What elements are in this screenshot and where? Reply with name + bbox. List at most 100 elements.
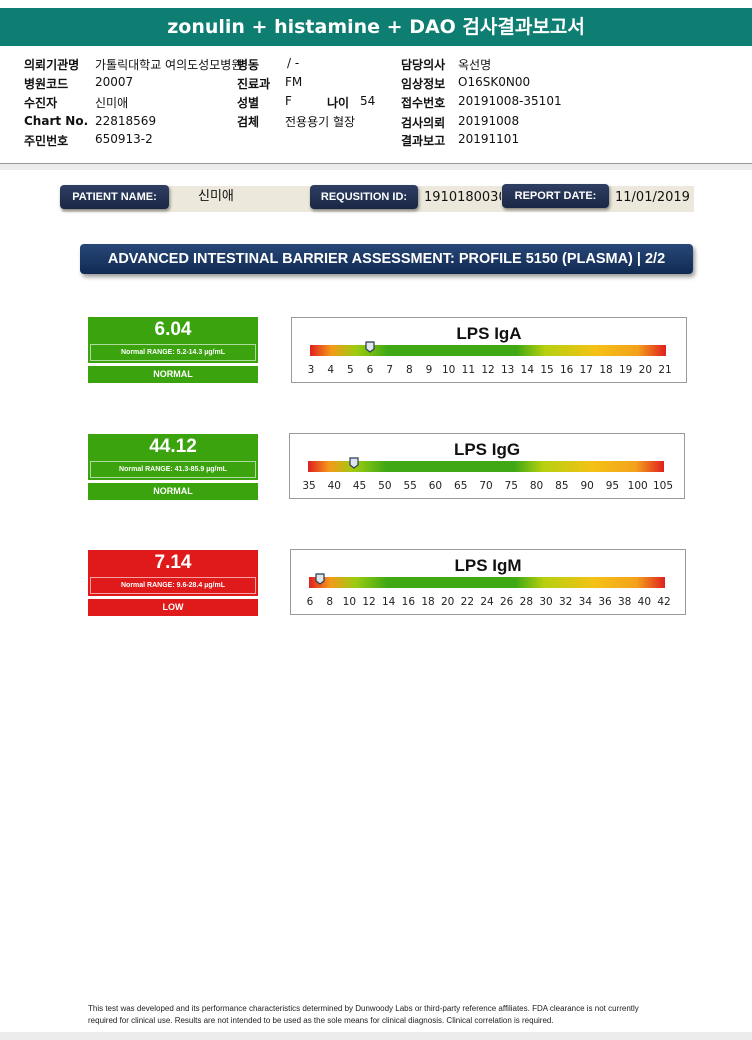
tick-label: 70 [479,480,493,492]
tick-label: 8 [405,364,413,376]
tick-label: 10 [441,364,456,376]
gauge-igm: LPS IgM 6 8 10 12 14 16 18 20 22 24 26 28 30 32 34 36 38… [290,549,686,615]
receipt-value: 20191008-35101 [458,94,562,108]
hospital-code-value: 20007 [95,75,134,89]
gauge-iga: LPS IgA 3 4 5 6 7 8 9 10 11 12 13 14 15 16 17 18 19 20 21 [291,317,687,383]
tick-label: 18 [421,596,435,608]
tick-label: 32 [558,596,573,608]
status-badge: LOW [88,599,258,616]
marker-pin-icon [315,573,325,585]
tick-label: 6 [366,364,374,376]
result-value: 7.14 [154,552,192,573]
report-label: 결과보고 [401,134,446,148]
tick-label: 80 [529,480,544,492]
footer-band [0,1032,752,1040]
normal-range: Normal RANGE: 9.6-28.4 µg/mL [90,577,256,594]
patient-name-value: 신미애 [198,189,234,204]
tick-label: 36 [598,596,612,608]
tick-label: 19 [618,364,633,376]
tick-label: 90 [580,480,594,492]
result-box-igm: 7.14 Normal RANGE: 9.6-28.4 µg/mL LOW [88,550,258,616]
tick-label: 55 [403,480,417,492]
tick-label: 95 [605,480,620,492]
tick-label: 22 [460,596,475,608]
report-date-value: 11/01/2019 [615,190,690,205]
tick-label: 40 [327,480,341,492]
disclaimer-footer: This test was developed and its performa… [88,1004,639,1025]
tick-label: 20 [638,364,653,376]
gauge-bar [309,573,665,588]
gauge-bar [310,341,666,356]
tick-label: 13 [500,364,515,376]
tick-label: 3 [307,364,315,376]
chart-label: Chart No. [24,114,89,128]
tick-label: 40 [637,596,652,608]
tick-label: 38 [617,596,632,608]
id-value: 650913-2 [95,132,153,146]
header-band [0,164,752,170]
result-value-panel: 44.12 Normal RANGE: 41.3-85.9 µg/mL [88,434,258,480]
status-badge: NORMAL [88,483,258,500]
tick-label: 85 [555,480,569,492]
age-label: 나이 [327,96,350,110]
tick-label: 8 [326,596,333,608]
tick-label: 16 [401,596,416,608]
result-box-iga: 6.04 Normal RANGE: 5.2-14.3 µg/mL NORMAL [88,317,258,383]
chart-value: 22818569 [95,114,157,128]
tick-label: 30 [539,596,553,608]
marker-pin-icon [349,457,359,469]
sex-label: 성별 [237,96,260,110]
gauge-igg: LPS IgG 35 40 45 50 55 60 65 70 75 80 85 90 95 100 105 [289,433,685,499]
tick-label: 4 [327,364,334,376]
institution-label: 의뢰기관명 [24,58,80,72]
dept-value: FM [285,75,303,89]
receipt-label: 접수번호 [401,96,446,110]
doctor-value: 옥선명 [458,58,492,72]
gauge-ticks: 6 8 10 12 14 16 18 20 22 24 26 28 30 32 34 36 38 40 42 [291,596,685,610]
marker-pin-icon [365,341,375,353]
tick-label: 6 [306,596,314,608]
tick-label: 42 [657,596,671,608]
request-value: 20191008 [458,114,520,128]
tick-label: 14 [381,596,396,608]
specimen-value: 전용용기 혈장 [285,115,356,129]
section-title: ADVANCED INTESTINAL BARRIER ASSESSMENT: … [80,244,693,274]
report-value: 20191101 [458,132,520,146]
requisition-label: REQUSITION ID: [310,185,418,209]
gauge-title: LPS IgA [456,324,522,343]
patient-value: 신미애 [95,96,129,110]
tick-label: 75 [504,480,518,492]
tick-label: 11 [461,364,476,376]
tick-label: 60 [428,480,443,492]
dept-label: 진료과 [237,77,271,91]
tick-label: 14 [520,364,535,376]
tick-label: 21 [658,364,672,376]
specimen-label: 검체 [237,115,260,129]
tick-label: 34 [578,596,593,608]
tick-label: 17 [579,364,594,376]
gauge-title: LPS IgM [454,556,522,575]
tick-label: 15 [540,364,554,376]
gauge-bar [308,457,664,472]
institution-value: 가톨릭대학교 여의도성모병원 [95,58,243,72]
gauge-ticks: 35 40 45 50 55 60 65 70 75 80 85 90 95 100 105 [290,480,684,494]
sex-value: F [285,94,292,108]
ward-label: 병동 [237,58,260,72]
tick-label: 65 [454,480,468,492]
tick-label: 7 [386,364,393,376]
report-date-label: REPORT DATE: [502,184,609,208]
tick-label: 12 [362,596,376,608]
tick-label: 105 [652,480,674,492]
tick-label: 26 [499,596,514,608]
tick-label: 12 [481,364,495,376]
clinical-info-value: O16SK0N00 [458,75,531,89]
gauge-ticks: 3 4 5 6 7 8 9 10 11 12 13 14 15 16 17 18 19 20 21 [292,364,686,378]
patient-name-label: PATIENT NAME: [60,185,169,209]
result-box-igg: 44.12 Normal RANGE: 41.3-85.9 µg/mL NORM… [88,434,258,500]
normal-range: Normal RANGE: 41.3-85.9 µg/mL [90,461,256,478]
tick-label: 50 [378,480,392,492]
age-value: 54 [360,94,376,108]
tick-label: 28 [519,596,534,608]
clinical-info-label: 임상정보 [401,77,446,91]
tick-label: 100 [627,480,648,492]
